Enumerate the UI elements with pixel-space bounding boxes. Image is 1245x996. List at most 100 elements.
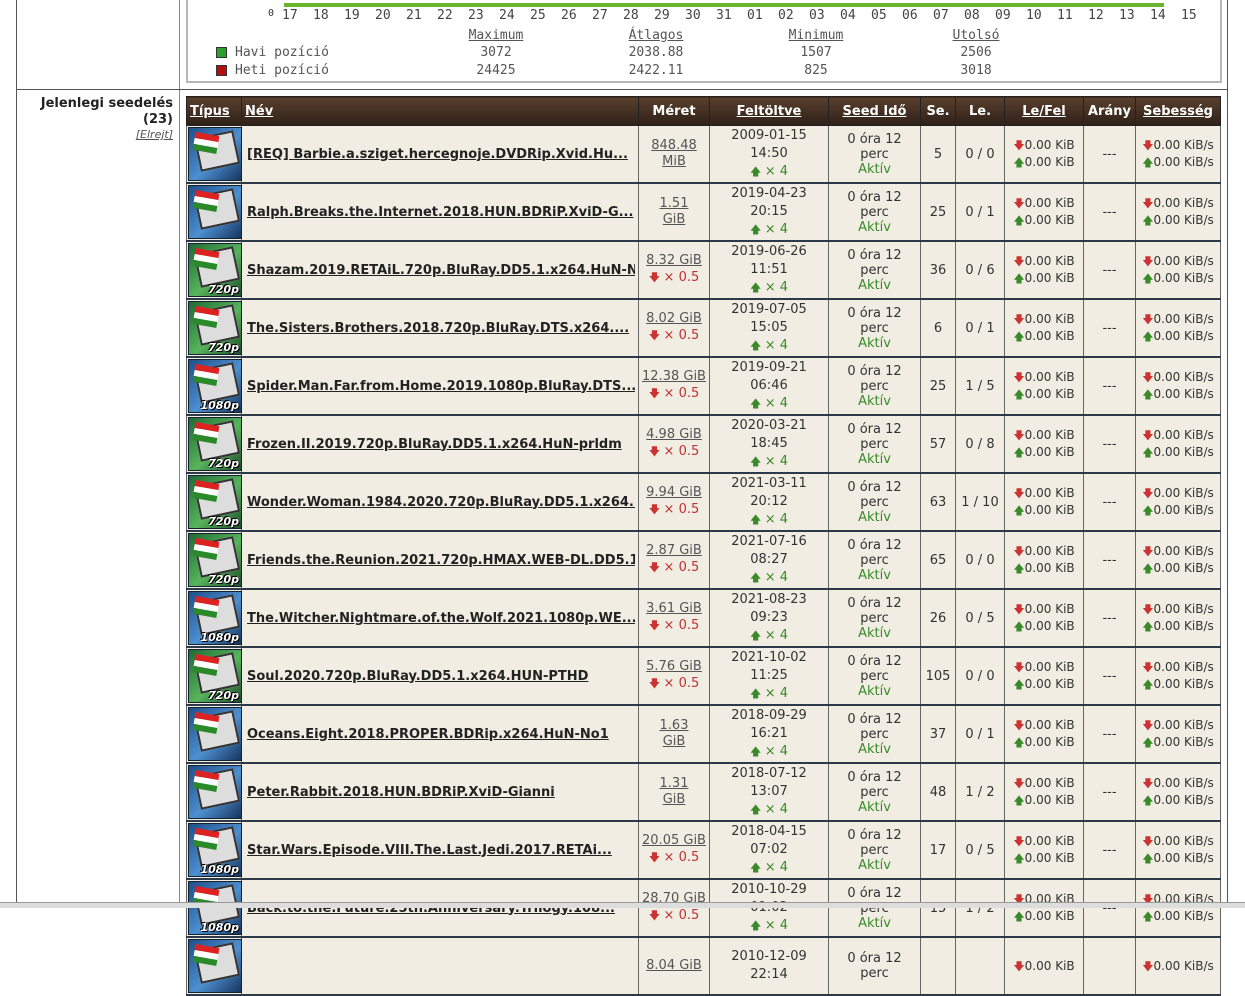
uploaded-amount: 🡅0.00 KiB xyxy=(1008,908,1080,925)
movie-category-icon[interactable]: 1080p xyxy=(188,591,242,645)
torrent-name-link[interactable]: Star.Wars.Episode.VIII.The.Last.Jedi.201… xyxy=(247,843,635,858)
movie-category-icon[interactable]: 1080p xyxy=(188,823,242,877)
seedtime-cell: 0 óra 12 perc Aktív xyxy=(828,531,921,590)
size-value[interactable]: 8.04 GiB xyxy=(642,958,706,974)
torrent-name-link[interactable]: Soul.2020.720p.BluRay.DD5.1.x264.HUN-PTH… xyxy=(247,669,635,684)
hungarian-flag-icon xyxy=(192,596,220,618)
size-value[interactable]: 2.87 GiB xyxy=(642,543,706,559)
size-value[interactable]: 20.05 GiB xyxy=(642,833,706,849)
size-cell: 20.05 GiB 🡇 × 0.5 xyxy=(638,821,710,880)
stats-value: 3018 xyxy=(960,62,992,78)
movie-category-icon[interactable] xyxy=(188,127,242,181)
position-stats-table: Maximum Átlagos Minimum Utolsó Havi pozíció… xyxy=(216,28,1056,79)
size-value[interactable]: 1.51 xyxy=(642,196,706,212)
uploaded-amount: 🡅0.00 KiB xyxy=(1008,154,1080,171)
hungarian-flag-icon xyxy=(192,538,220,560)
size-value[interactable]: 1.63 xyxy=(642,718,706,734)
downup-cell: 🡇0.00 KiB 🡅0.00 KiB xyxy=(1004,821,1084,880)
torrent-name-link[interactable]: Friends.the.Reunion.2021.720p.HMAX.WEB-D… xyxy=(247,553,635,568)
uploaded-value: 0.00 KiB xyxy=(1024,387,1075,401)
torrent-name-link[interactable]: Spider.Man.Far.from.Home.2019.1080p.BluR… xyxy=(247,379,635,394)
movie-category-icon[interactable]: 720p xyxy=(188,649,242,703)
seed-duration: 0 óra 12 perc xyxy=(847,421,902,452)
uploaded-cell: 2021-07-16 08:27 🡅 × 4 xyxy=(709,531,829,590)
movie-category-icon[interactable] xyxy=(188,939,242,993)
resolution-badge: 720p xyxy=(208,457,239,470)
size-unit[interactable]: GiB xyxy=(642,792,706,808)
hungarian-flag-icon xyxy=(192,306,220,328)
col-header-type[interactable]: Típus xyxy=(186,96,242,126)
upload-speed: 🡅0.00 KiB/s xyxy=(1139,502,1217,519)
downup-cell: 🡇0.00 KiB 🡅0.00 KiB xyxy=(1004,647,1084,706)
movie-category-icon[interactable]: 720p xyxy=(188,243,242,297)
torrent-name-link[interactable]: [REQ] Barbie.a.sziget.hercegnoje.DVDRip.… xyxy=(247,147,635,162)
arrow-up-icon: 🡅 xyxy=(1142,852,1154,865)
uploaded-amount: 🡅0.00 KiB xyxy=(1008,792,1080,809)
leechers-count: 1 / 2 xyxy=(955,763,1005,822)
size-value[interactable]: 8.32 GiB xyxy=(642,253,706,269)
uploaded-value: 0.00 KiB xyxy=(1024,271,1075,285)
arrow-up-icon: 🡅 xyxy=(1142,910,1154,923)
movie-category-icon[interactable]: 720p xyxy=(188,475,242,529)
size-value[interactable]: 848.48 xyxy=(642,138,706,154)
size-value[interactable]: 5.76 GiB xyxy=(642,659,706,675)
size-value[interactable]: 4.98 GiB xyxy=(642,427,706,443)
col-header-uploaded[interactable]: Feltöltve xyxy=(709,96,829,126)
name-cell: Shazam.2019.RETAiL.720p.BluRay.DD5.1.x26… xyxy=(241,241,639,300)
download-speed: 🡇0.00 KiB/s xyxy=(1139,958,1217,975)
size-value[interactable]: 12.38 GiB xyxy=(642,369,706,385)
size-cell: 1.63 GiB xyxy=(638,705,710,764)
arrow-up-icon: 🡅 xyxy=(1142,330,1154,343)
leechers-count: 0 / 6 xyxy=(955,241,1005,300)
uploaded-amount: 🡅0.00 KiB xyxy=(1008,270,1080,287)
size-unit[interactable]: GiB xyxy=(642,212,706,228)
torrent-name-link[interactable]: The.Witcher.Nightmare.of.the.Wolf.2021.1… xyxy=(247,611,635,626)
axis-day-label: 31 xyxy=(716,8,732,23)
torrent-name-link[interactable]: Wonder.Woman.1984.2020.720p.BluRay.DD5.1… xyxy=(247,495,635,510)
arrow-down-icon: 🡇 xyxy=(648,908,664,922)
size-unit[interactable]: GiB xyxy=(642,734,706,750)
arrow-down-icon: 🡇 xyxy=(648,560,664,574)
size-value[interactable]: 3.61 GiB xyxy=(642,601,706,617)
hide-section-link[interactable]: [Elrejt] xyxy=(40,128,173,141)
torrent-name-link[interactable]: Shazam.2019.RETAiL.720p.BluRay.DD5.1.x26… xyxy=(247,263,635,278)
movie-category-icon[interactable] xyxy=(188,707,242,761)
download-speed-value: 0.00 KiB/s xyxy=(1153,196,1214,210)
download-multiplier-value: × 0.5 xyxy=(663,907,700,923)
torrent-name-link[interactable]: Oceans.Eight.2018.PROPER.BDRip.x264.HuN-… xyxy=(247,727,635,742)
size-unit[interactable]: MiB xyxy=(642,154,706,170)
ratio-value: --- xyxy=(1083,821,1136,880)
size-value[interactable]: 9.94 GiB xyxy=(642,485,706,501)
size-value[interactable]: 8.02 GiB xyxy=(642,311,706,327)
movie-category-icon[interactable] xyxy=(188,765,242,819)
movie-category-icon[interactable]: 720p xyxy=(188,417,242,471)
table-row: 720p Shazam.2019.RETAiL.720p.BluRay.DD5.1… xyxy=(186,241,1221,300)
movie-category-icon[interactable]: 1080p xyxy=(188,359,242,413)
movie-category-icon[interactable] xyxy=(188,185,242,239)
arrow-up-icon: 🡅 xyxy=(749,512,765,526)
movie-category-icon[interactable]: 720p xyxy=(188,533,242,587)
seed-duration: 0 óra 12 perc xyxy=(847,363,902,394)
col-header-downup[interactable]: Le/Fel xyxy=(1004,96,1084,126)
movie-category-icon[interactable]: 1080p xyxy=(188,881,242,935)
table-row: 720p Frozen.II.2019.720p.BluRay.DD5.1.x26… xyxy=(186,415,1221,474)
arrow-down-icon: 🡇 xyxy=(1013,255,1025,268)
torrent-name-link[interactable]: Frozen.II.2019.720p.BluRay.DD5.1.x264.Hu… xyxy=(247,437,635,452)
col-header-speed[interactable]: Sebesség xyxy=(1135,96,1221,126)
size-value[interactable]: 1.31 xyxy=(642,776,706,792)
arrow-up-icon: 🡅 xyxy=(1013,852,1025,865)
arrow-down-icon: 🡇 xyxy=(648,328,664,342)
col-header-seedtime[interactable]: Seed Idő xyxy=(828,96,921,126)
torrent-name-link[interactable]: The.Sisters.Brothers.2018.720p.BluRay.DT… xyxy=(247,321,635,336)
movie-category-icon[interactable]: 720p xyxy=(188,301,242,355)
col-header-name[interactable]: Név xyxy=(241,96,639,126)
arrow-up-icon: 🡅 xyxy=(749,570,765,584)
name-cell: Ralph.Breaks.the.Internet.2018.HUN.BDRiP… xyxy=(241,183,639,242)
downloaded-value: 0.00 KiB xyxy=(1024,312,1075,326)
table-row: 720p Friends.the.Reunion.2021.720p.HMAX.W… xyxy=(186,531,1221,590)
torrent-name-link[interactable]: Ralph.Breaks.the.Internet.2018.HUN.BDRiP… xyxy=(247,205,635,220)
downup-cell: 🡇0.00 KiB 🡅0.00 KiB xyxy=(1004,473,1084,532)
torrent-name-link[interactable]: Peter.Rabbit.2018.HUN.BDRiP.XviD-Gianni xyxy=(247,785,635,800)
type-cell: 720p xyxy=(186,241,242,300)
downloaded-value: 0.00 KiB xyxy=(1024,370,1075,384)
